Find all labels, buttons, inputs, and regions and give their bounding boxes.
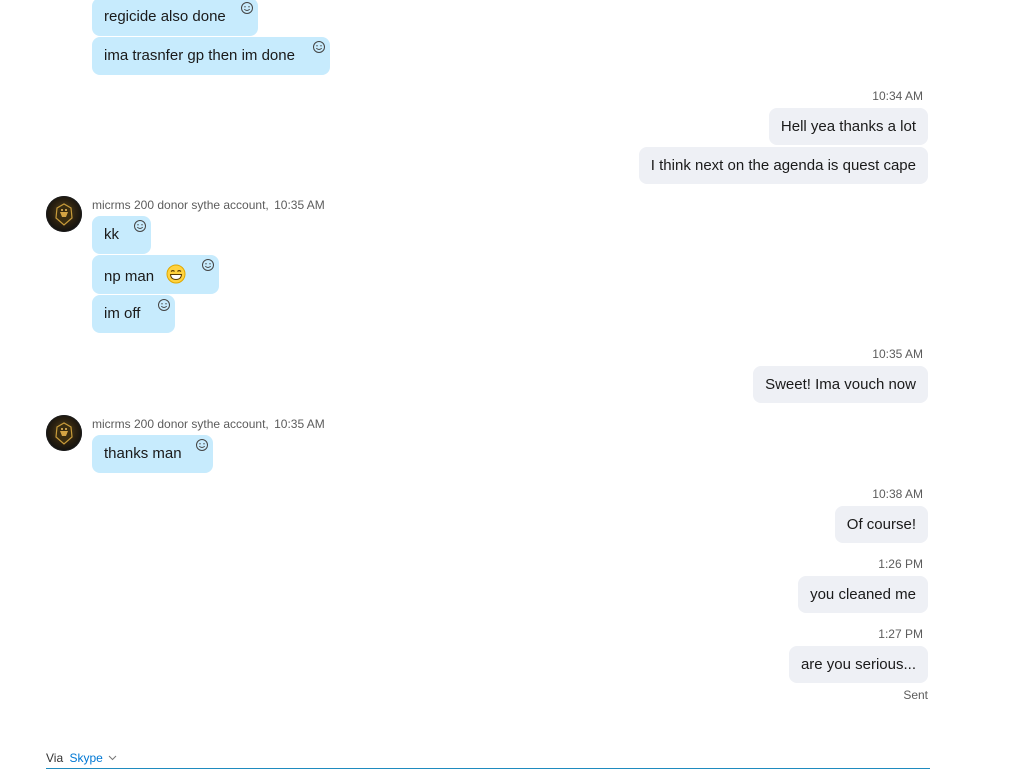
add-reaction-icon[interactable] bbox=[240, 1, 254, 15]
sender-name: micrms 200 donor sythe account, 10:35 AM bbox=[92, 417, 325, 431]
message-bubble[interactable]: Sweet! Ima vouch now bbox=[753, 366, 928, 403]
dark-helmet-avatar-icon bbox=[55, 422, 73, 445]
message-text: im off bbox=[104, 305, 141, 322]
message-bubble[interactable]: Of course! bbox=[834, 506, 928, 543]
via-service-selector: Via Skype bbox=[46, 750, 117, 765]
message-text: Of course! bbox=[846, 516, 916, 533]
add-reaction-icon[interactable] bbox=[195, 438, 209, 452]
message-timestamp: 1:26 PM bbox=[878, 557, 923, 571]
message-text: kk bbox=[104, 226, 119, 243]
via-label: Via bbox=[46, 751, 64, 765]
sender-timestamp: 10:35 AM bbox=[274, 198, 325, 212]
add-reaction-icon[interactable] bbox=[133, 219, 147, 233]
message-bubble[interactable]: regicide also done bbox=[92, 0, 258, 36]
chevron-down-icon bbox=[108, 750, 117, 764]
message-bubble[interactable]: ima trasnfer gp then im done bbox=[92, 37, 330, 75]
message-timestamp: 1:27 PM bbox=[878, 627, 923, 641]
message-text: thanks man bbox=[104, 445, 182, 462]
message-bubble[interactable]: you cleaned me bbox=[798, 576, 928, 613]
input-divider bbox=[46, 768, 930, 769]
message-bubble[interactable]: thanks man bbox=[92, 435, 213, 473]
message-bubble[interactable]: I think next on the agenda is quest cape bbox=[638, 147, 928, 184]
message-text: you cleaned me bbox=[810, 586, 916, 603]
sender-name: micrms 200 donor sythe account, 10:35 AM bbox=[92, 198, 325, 212]
avatar[interactable] bbox=[46, 196, 82, 232]
message-bubble[interactable]: are you serious... bbox=[788, 646, 928, 683]
add-reaction-icon[interactable] bbox=[157, 298, 171, 312]
message-text: regicide also done bbox=[104, 8, 226, 25]
sender-timestamp: 10:35 AM bbox=[274, 417, 325, 431]
message-timestamp: 10:38 AM bbox=[872, 487, 923, 501]
sender-display-name: micrms 200 donor sythe account, bbox=[92, 198, 269, 212]
message-text: Hell yea thanks a lot bbox=[780, 118, 916, 135]
dark-helmet-avatar-icon bbox=[55, 203, 73, 226]
service-dropdown[interactable]: Skype bbox=[69, 751, 117, 765]
message-text: ima trasnfer gp then im done bbox=[104, 47, 295, 64]
message-bubble[interactable]: np man bbox=[92, 255, 219, 294]
service-name: Skype bbox=[69, 751, 103, 765]
delivery-status: Sent bbox=[903, 688, 928, 702]
message-text: are you serious... bbox=[800, 656, 916, 673]
message-bubble[interactable]: kk bbox=[92, 216, 151, 254]
sender-display-name: micrms 200 donor sythe account, bbox=[92, 417, 269, 431]
add-reaction-icon[interactable] bbox=[201, 258, 215, 272]
message-bubble[interactable]: Hell yea thanks a lot bbox=[768, 108, 928, 145]
message-timestamp: 10:34 AM bbox=[872, 89, 923, 103]
message-bubble[interactable]: im off bbox=[92, 295, 175, 333]
grinning-emoji-icon bbox=[166, 264, 186, 290]
message-text: Sweet! Ima vouch now bbox=[765, 376, 916, 393]
message-text: np man bbox=[104, 267, 155, 285]
message-text: I think next on the agenda is quest cape bbox=[650, 157, 916, 174]
add-reaction-icon[interactable] bbox=[312, 40, 326, 54]
avatar[interactable] bbox=[46, 415, 82, 451]
message-timestamp: 10:35 AM bbox=[872, 347, 923, 361]
